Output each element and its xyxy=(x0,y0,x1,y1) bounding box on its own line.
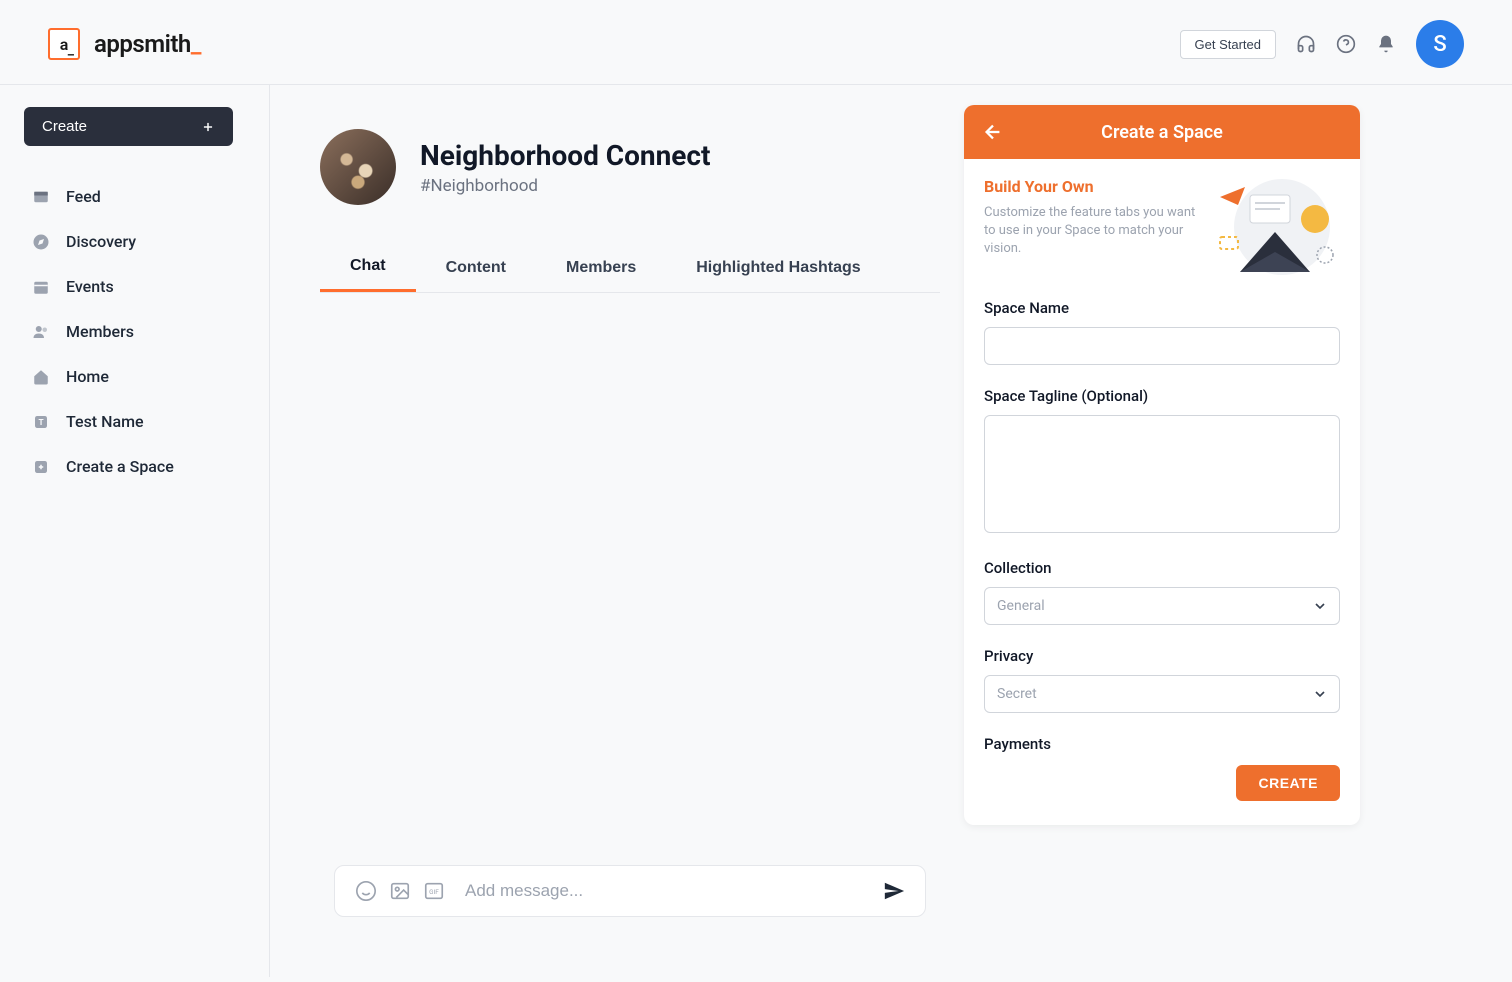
panel-header: Create a Space xyxy=(964,105,1360,159)
privacy-select[interactable]: Secret xyxy=(984,675,1340,713)
plus-square-icon xyxy=(32,458,50,476)
tab-members[interactable]: Members xyxy=(536,243,666,292)
sidebar-item-members[interactable]: Members xyxy=(24,311,245,352)
topbar-right: Get Started S xyxy=(1180,20,1464,68)
sidebar-item-create-space[interactable]: Create a Space xyxy=(24,446,245,487)
emoji-icon[interactable] xyxy=(355,880,377,902)
space-title: Neighborhood Connect xyxy=(420,139,711,172)
sidebar-item-label: Discovery xyxy=(66,232,136,251)
logo-group: a appsmith_ xyxy=(48,28,201,60)
create-space-panel: Create a Space Build Your Own Customize … xyxy=(964,105,1360,825)
sidebar: Create Feed Discovery Events Members xyxy=(0,85,270,977)
space-name-label: Space Name xyxy=(984,299,1340,317)
sidebar-item-events[interactable]: Events xyxy=(24,266,245,307)
calendar-icon xyxy=(32,278,50,296)
sidebar-item-home[interactable]: Home xyxy=(24,356,245,397)
sidebar-item-feed[interactable]: Feed xyxy=(24,176,245,217)
panel-title: Create a Space xyxy=(964,122,1360,143)
create-submit-button[interactable]: CREATE xyxy=(1236,765,1340,801)
create-button-label: Create xyxy=(42,118,87,135)
help-icon[interactable] xyxy=(1336,34,1356,54)
plus-icon xyxy=(201,120,215,134)
image-icon[interactable] xyxy=(389,880,411,902)
chat-panel: Neighborhood Connect #Neighborhood Chat … xyxy=(320,105,940,957)
bell-icon[interactable] xyxy=(1376,34,1396,54)
chat-body xyxy=(320,293,940,865)
sidebar-item-label: Home xyxy=(66,367,109,386)
avatar[interactable]: S xyxy=(1416,20,1464,68)
gif-icon[interactable]: GIF xyxy=(423,880,445,902)
svg-text:T: T xyxy=(38,418,43,428)
collection-select[interactable]: General xyxy=(984,587,1340,625)
create-button[interactable]: Create xyxy=(24,107,233,146)
collection-label: Collection xyxy=(984,559,1340,577)
build-own-desc: Customize the feature tabs you want to u… xyxy=(984,204,1198,259)
privacy-label: Privacy xyxy=(984,647,1340,665)
sidebar-item-discovery[interactable]: Discovery xyxy=(24,221,245,262)
sidebar-item-label: Members xyxy=(66,322,134,341)
sidebar-item-label: Create a Space xyxy=(66,457,174,476)
chat-input-row: GIF xyxy=(334,865,926,917)
tab-content[interactable]: Content xyxy=(416,243,536,292)
sidebar-item-label: Events xyxy=(66,277,114,296)
tagline-input[interactable] xyxy=(984,415,1340,533)
send-icon[interactable] xyxy=(883,880,905,902)
tagline-label: Space Tagline (Optional) xyxy=(984,387,1340,405)
headphones-icon[interactable] xyxy=(1296,34,1316,54)
build-own-title: Build Your Own xyxy=(984,177,1198,196)
topbar: a appsmith_ Get Started S xyxy=(0,0,1512,85)
space-hashtag: #Neighborhood xyxy=(420,176,711,196)
feed-icon xyxy=(32,188,50,206)
people-icon xyxy=(32,323,50,341)
space-avatar xyxy=(320,129,396,205)
compass-icon xyxy=(32,233,50,251)
svg-text:GIF: GIF xyxy=(429,888,439,896)
sidebar-item-test-name[interactable]: T Test Name xyxy=(24,401,245,442)
tab-chat[interactable]: Chat xyxy=(320,243,416,292)
logo-icon: a xyxy=(48,28,80,60)
get-started-button[interactable]: Get Started xyxy=(1180,30,1276,59)
sidebar-item-label: Test Name xyxy=(66,412,144,431)
envelope-illustration xyxy=(1210,177,1340,277)
space-name-input[interactable] xyxy=(984,327,1340,365)
brand-name: appsmith_ xyxy=(94,30,201,58)
sidebar-item-label: Feed xyxy=(66,187,101,206)
tab-highlighted-hashtags[interactable]: Highlighted Hashtags xyxy=(666,243,890,292)
home-icon xyxy=(32,368,50,386)
chat-header: Neighborhood Connect #Neighborhood xyxy=(320,105,940,223)
letter-icon: T xyxy=(32,413,50,431)
tabs: Chat Content Members Highlighted Hashtag… xyxy=(320,243,940,293)
message-input[interactable] xyxy=(465,881,863,901)
payments-label: Payments xyxy=(984,735,1340,753)
